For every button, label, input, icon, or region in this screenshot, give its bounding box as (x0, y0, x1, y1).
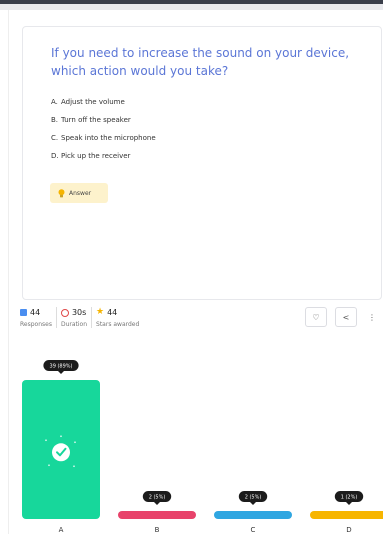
stars-value: 44 (107, 308, 118, 317)
option-label: Pick up the receiver (61, 152, 131, 160)
duration-label: Duration (60, 321, 88, 328)
question-text: If you need to increase the sound on you… (51, 46, 350, 78)
duration-value: 30s (71, 308, 87, 317)
like-button[interactable]: ♡ (305, 307, 327, 327)
star-icon: ★ (96, 307, 105, 317)
data-label-pointer (250, 502, 256, 505)
response-chart: 39 (89%) A 2 (5%) B 2 (5%) C 1 (2%) D (22, 360, 383, 534)
bar-C (214, 511, 292, 519)
option-label: Speak into the microphone (61, 134, 156, 142)
sparkle-dot (74, 441, 76, 444)
share-button[interactable]: < (335, 307, 357, 327)
sparkle-dot (60, 435, 62, 438)
stars-label: Stars awarded (96, 321, 140, 328)
window-top-strip (0, 4, 383, 10)
share-icon: < (342, 312, 350, 322)
bar-B (118, 511, 196, 519)
category-label: C (251, 526, 256, 534)
data-label-pointer (154, 502, 160, 505)
option-letter: B. (51, 116, 59, 124)
stat-stars: ★ 44 Stars awarded (96, 307, 143, 329)
sparkle-dot (45, 439, 47, 442)
more-vertical-icon: ⋮ (368, 312, 376, 322)
stat-responses: 44 Responses (20, 307, 57, 328)
clock-icon (60, 308, 69, 317)
answer-label: Answer (69, 189, 92, 197)
responses-label: Responses (20, 321, 52, 328)
option-d: D. Pick up the receiver (51, 151, 156, 169)
correct-check-icon (52, 443, 70, 462)
bar-D (310, 511, 383, 519)
data-label: 2 (5%) (245, 495, 262, 501)
option-c: C. Speak into the microphone (51, 133, 156, 151)
data-label-pointer (346, 502, 352, 505)
category-label: D (346, 526, 351, 534)
stats-bar: 44 Responses 30s Duration ★ 44 Stars awar… (20, 307, 147, 328)
options-list: A. Adjust the volume B. Turn off the speak… (51, 97, 156, 169)
action-buttons: ♡ < ⋮ (305, 307, 379, 327)
lightbulb-icon (58, 188, 65, 197)
option-label: Adjust the volume (61, 98, 125, 106)
question-card: If you need to increase the sound on you… (22, 26, 382, 300)
stat-duration: 30s Duration (60, 307, 93, 328)
category-label: B (155, 526, 160, 534)
data-label-pointer (58, 371, 64, 374)
answer-button[interactable]: Answer (50, 183, 108, 203)
sparkle-dot (48, 464, 50, 467)
responses-icon (20, 309, 27, 316)
option-b: B. Turn off the speaker (51, 115, 156, 133)
option-a: A. Adjust the volume (51, 97, 156, 115)
data-label: 2 (5%) (149, 495, 166, 501)
more-button[interactable]: ⋮ (365, 307, 379, 327)
option-letter: D. (51, 152, 59, 160)
data-label: 1 (2%) (341, 495, 358, 501)
category-label: A (59, 526, 64, 534)
sparkle-dot (73, 465, 75, 468)
responses-value: 44 (30, 308, 41, 317)
option-letter: A. (51, 98, 58, 106)
option-letter: C. (51, 134, 59, 142)
option-label: Turn off the speaker (61, 116, 131, 124)
data-label: 39 (89%) (50, 364, 73, 370)
heart-icon: ♡ (312, 312, 320, 322)
